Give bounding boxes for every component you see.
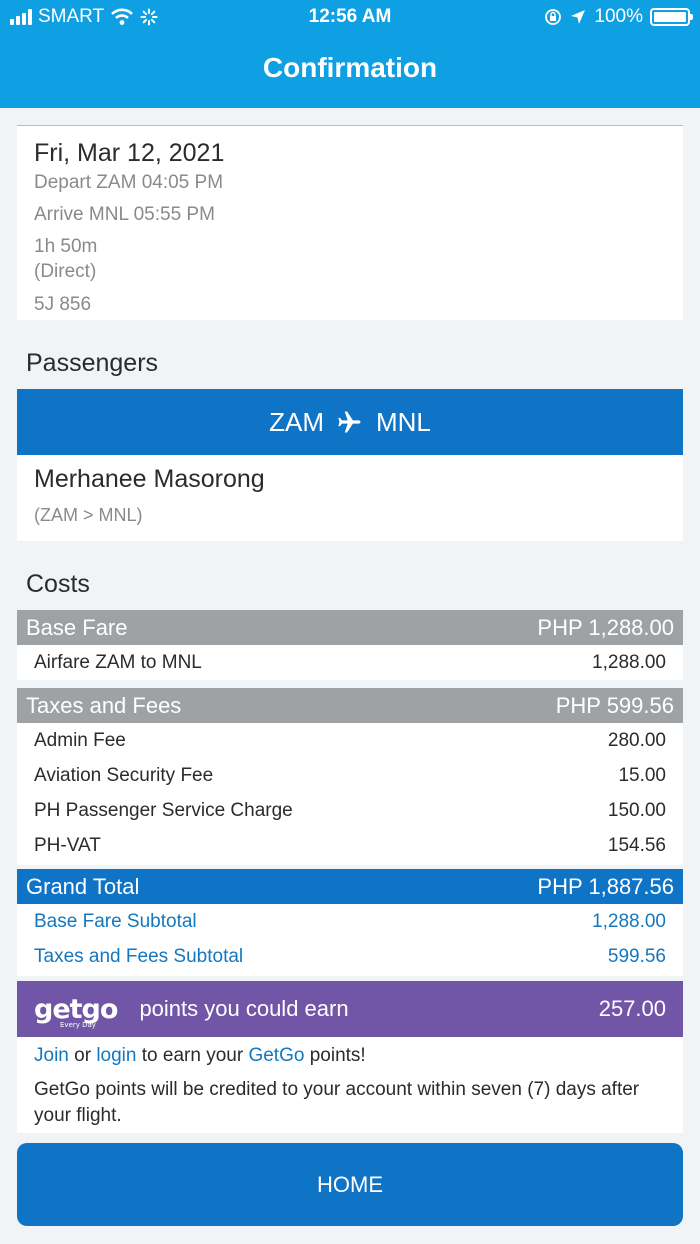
getgo-info-card: Join or login to earn your GetGo points!… [17,1037,683,1133]
cost-value: 280.00 [607,729,666,751]
taxes-header: Taxes and Fees PHP 599.56 [17,688,683,723]
passenger-route: (ZAM > MNL) [34,505,143,525]
getgo-brand-link[interactable]: GetGo [248,1045,304,1066]
cost-row: Airfare ZAM to MNL 1,288.00 [34,645,666,680]
subtotal-label: Taxes and Fees Subtotal [34,945,244,967]
getgo-logo: getgo Every Day [34,993,118,1029]
cost-label: Aviation Security Fee [34,764,214,786]
costs-heading: Costs [26,570,90,598]
orientation-lock-icon [545,9,562,25]
depart-info: Depart ZAM 04:05 PM [34,172,224,193]
passenger-card: Merhanee Masorong (ZAM > MNL) [17,455,683,541]
cost-row: PH-VAT 154.56 [34,828,666,863]
cost-value: 154.56 [607,834,666,856]
getgo-points-label: points you could earn [139,996,349,1021]
taxes-amount: PHP 599.56 [555,692,674,718]
getgo-points-value: 257.00 [598,996,666,1021]
join-link[interactable]: Join [34,1045,69,1066]
grand-total-header: Grand Total PHP 1,887.56 [17,869,683,904]
base-fare-label: Base Fare [26,614,128,640]
flight-type: (Direct) [34,261,97,282]
base-fare-header: Base Fare PHP 1,288.00 [17,610,683,645]
cost-value: 1,288.00 [592,651,666,673]
subtotal-row: Taxes and Fees Subtotal 599.56 [34,939,666,974]
route-origin: ZAM [269,406,324,437]
home-button[interactable]: HOME [17,1143,683,1226]
cost-label: Airfare ZAM to MNL [34,651,202,673]
cost-label: Admin Fee [34,729,126,751]
grand-total-amount: PHP 1,887.56 [537,873,674,899]
cost-label: PH-VAT [34,834,101,856]
flight-date: Fri, Mar 12, 2021 [34,139,225,167]
subtotal-value: 599.56 [607,945,666,967]
cost-value: 150.00 [607,799,666,821]
flight-summary-card: Fri, Mar 12, 2021 Depart ZAM 04:05 PM Ar… [17,125,683,320]
arrive-info: Arrive MNL 05:55 PM [34,204,215,225]
grand-total-label: Grand Total [26,873,140,899]
subtotal-row: Base Fare Subtotal 1,288.00 [34,904,666,939]
taxes-items: Admin Fee 280.00 Aviation Security Fee 1… [17,723,683,865]
cost-row: Admin Fee 280.00 [34,723,666,758]
route-destination: MNL [375,406,431,437]
getgo-note: GetGo points will be credited to your ac… [34,1079,640,1126]
battery-percent: 100% [594,6,643,27]
location-icon [571,10,586,24]
flight-number: 5J 856 [34,294,92,315]
grand-total-items: Base Fare Subtotal 1,288.00 Taxes and Fe… [17,904,683,976]
airplane-icon [338,411,361,433]
getgo-join-line: Join or login to earn your GetGo points! [34,1045,366,1066]
subtotal-value: 1,288.00 [592,910,666,932]
cost-row: PH Passenger Service Charge 150.00 [34,793,666,828]
passenger-route-bar: ZAM MNL [17,389,683,455]
page-title: Confirmation [262,52,438,83]
getgo-points-bar: getgo Every Day points you could earn 25… [17,981,683,1037]
base-fare-items: Airfare ZAM to MNL 1,288.00 [17,645,683,680]
status-bar: SMART 12:56 AM 100% [0,0,700,36]
login-link[interactable]: login [96,1045,136,1066]
cost-row: Aviation Security Fee 15.00 [34,758,666,793]
passenger-name: Merhanee Masorong [34,465,265,493]
battery-icon [650,8,693,26]
cost-label: PH Passenger Service Charge [34,799,293,821]
taxes-label: Taxes and Fees [26,692,182,718]
subtotal-label: Base Fare Subtotal [34,910,197,932]
base-fare-amount: PHP 1,288.00 [537,614,674,640]
flight-duration: 1h 50m [34,236,98,257]
app-header: SMART 12:56 AM 100% Confirmation [0,0,700,108]
passengers-heading: Passengers [26,349,159,377]
cost-value: 15.00 [618,764,666,786]
